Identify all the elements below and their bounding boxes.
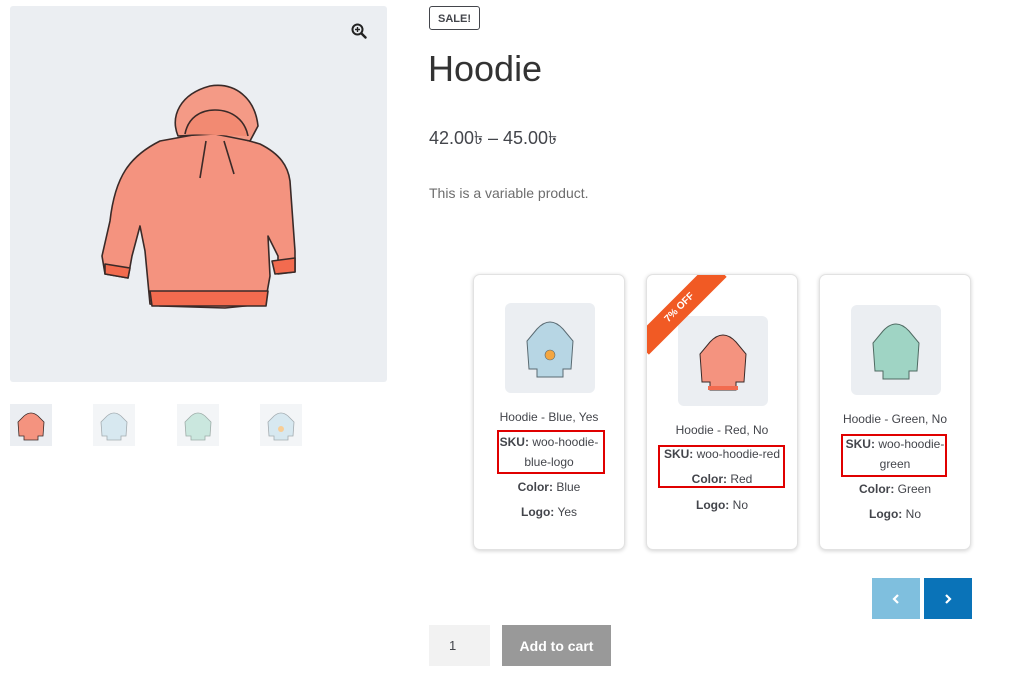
sku-highlight-box (658, 445, 785, 488)
variation-color: Color: Blue (517, 480, 581, 494)
add-to-cart-button[interactable]: Add to cart (502, 625, 611, 666)
thumbnail-blue-hoodie[interactable] (93, 404, 135, 446)
variation-card-blue[interactable]: Hoodie - Blue, Yes SKU: woo-hoodie- blue… (473, 274, 625, 550)
zoom-icon[interactable] (346, 18, 372, 44)
thumbnail-red-hoodie[interactable] (10, 404, 52, 446)
price-range: 42.00৳ – 45.00৳ (429, 128, 558, 148)
quantity-input[interactable] (429, 625, 490, 666)
variation-name: Hoodie - Red, No (675, 423, 769, 437)
product-description: This is a variable product. (429, 185, 589, 201)
thumbnail-blue-logo-hoodie[interactable] (260, 404, 302, 446)
chevron-left-icon (892, 593, 899, 604)
variation-image-blue[interactable] (505, 303, 595, 393)
main-product-image[interactable] (10, 6, 387, 382)
variation-logo: Logo: No (695, 498, 748, 512)
variation-logo: Logo: Yes (520, 505, 578, 519)
variation-card-red[interactable]: 7% OFF Hoodie - Red, No SKU: woo-hoodie-… (646, 274, 798, 550)
sale-badge: SALE! (429, 6, 480, 30)
sku-highlight-box (841, 434, 947, 477)
variation-logo: Logo: No (868, 507, 921, 521)
variation-card-green[interactable]: Hoodie - Green, No SKU: woo-hoodie- gree… (819, 274, 971, 550)
variation-name: Hoodie - Green, No (842, 412, 948, 426)
variation-color: Color: Green (858, 482, 932, 496)
carousel-next-button[interactable] (924, 578, 972, 619)
variation-name: Hoodie - Blue, Yes (499, 410, 599, 424)
thumbnail-green-hoodie[interactable] (177, 404, 219, 446)
sku-highlight-box (497, 430, 605, 474)
carousel-prev-button[interactable] (872, 578, 920, 619)
variation-image-red[interactable] (678, 316, 768, 406)
chevron-right-icon (945, 593, 952, 604)
variation-image-green[interactable] (851, 305, 941, 395)
product-title: Hoodie (428, 48, 543, 89)
